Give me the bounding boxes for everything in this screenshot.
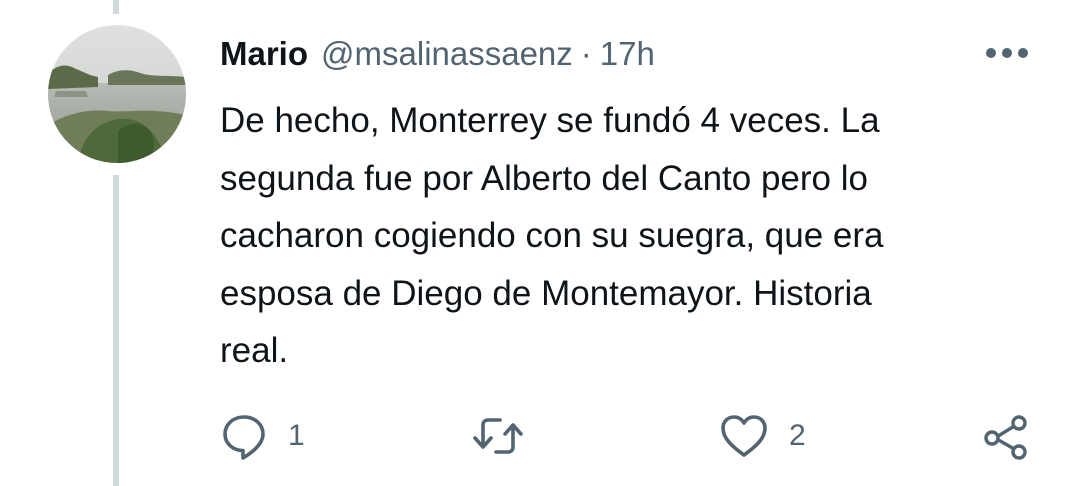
tweet-text-line: real.: [220, 331, 289, 370]
tweet-text-line: cacharon cogiendo con su suegra, que era: [220, 216, 884, 255]
more-horizontal-icon: [986, 48, 1028, 58]
retweet-icon: [473, 418, 523, 454]
like-count: 2: [789, 419, 806, 452]
tweet-text: De hecho, Monterrey se fundó 4 veces. La…: [220, 92, 1040, 380]
thread-line-top: [113, 0, 119, 14]
author-handle[interactable]: @msalinassaenz: [321, 35, 573, 73]
heart-icon: [721, 415, 767, 457]
share-button[interactable]: [982, 408, 1030, 464]
tweet-text-line: segunda fue por Alberto del Canto pero l…: [220, 158, 868, 198]
share-icon: [984, 415, 1027, 460]
more-options-button[interactable]: [984, 38, 1030, 68]
avatar[interactable]: [48, 25, 186, 163]
tweet[interactable]: Mario @msalinassaenz · 17h De hecho, Mon…: [0, 0, 1080, 486]
timestamp[interactable]: 17h: [600, 35, 655, 73]
tweet-actions: 1 2: [0, 408, 1080, 464]
tweet-text-line: De hecho, Monterrey se fundó 4 veces. La: [220, 101, 880, 140]
reply-count: 1: [288, 419, 305, 452]
reply-button[interactable]: 1: [220, 408, 305, 464]
like-button[interactable]: 2: [719, 408, 806, 464]
reply-icon: [223, 415, 265, 460]
tweet-text-line: esposa de Diego de Montemayor. Historia: [220, 273, 872, 313]
retweet-button[interactable]: [470, 408, 546, 464]
author-name[interactable]: Mario: [220, 35, 308, 73]
tweet-header: Mario @msalinassaenz · 17h: [220, 30, 655, 78]
separator-dot: ·: [580, 35, 592, 72]
